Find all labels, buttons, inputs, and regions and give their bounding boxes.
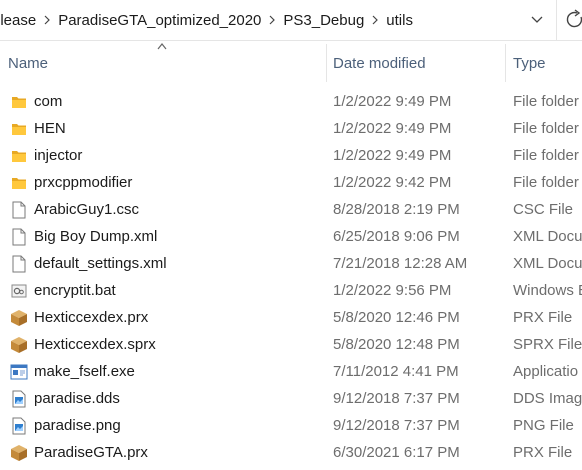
file-name: paradise.png: [34, 417, 121, 434]
chevron-down-icon: [531, 11, 543, 29]
refresh-button[interactable]: [563, 8, 582, 32]
list-item[interactable]: make_fself.exe 7/11/2012 4:41 PM Applica…: [0, 358, 582, 385]
file-name: HEN: [34, 120, 66, 137]
file-name: make_fself.exe: [34, 363, 135, 380]
chevron-right-icon[interactable]: [38, 15, 56, 25]
list-item[interactable]: Hexticcexdex.prx 5/8/2020 12:46 PM PRX F…: [0, 304, 582, 331]
list-item[interactable]: ParadiseGTA.prx 6/30/2021 6:17 PM PRX Fi…: [0, 439, 582, 466]
file-type: XML Docu: [513, 255, 582, 272]
file-date-modified: 1/2/2022 9:42 PM: [333, 174, 452, 191]
address-bar[interactable]: elease ParadiseGTA_optimized_2020 PS3_De…: [0, 0, 582, 41]
file-date-modified: 1/2/2022 9:49 PM: [333, 93, 452, 110]
file-date-modified: 7/11/2012 4:41 PM: [333, 363, 459, 380]
file-type: CSC File: [513, 201, 574, 218]
file-date-modified: 1/2/2022 9:56 PM: [333, 282, 452, 299]
file-date-modified: 9/12/2018 7:37 PM: [333, 390, 460, 407]
list-item[interactable]: encryptit.bat 1/2/2022 9:56 PM Windows B: [0, 277, 582, 304]
batch-file-icon: [10, 277, 28, 304]
file-name: Hexticcexdex.sprx: [34, 336, 156, 353]
list-item[interactable]: paradise.dds 9/12/2018 7:37 PM DDS Imag: [0, 385, 582, 412]
file-date-modified: 6/30/2021 6:17 PM: [333, 444, 460, 461]
address-divider: [556, 0, 557, 40]
file-name: injector: [34, 147, 83, 164]
file-name: ParadiseGTA.prx: [34, 444, 148, 461]
list-item[interactable]: injector 1/2/2022 9:49 PM File folder: [0, 142, 582, 169]
image-file-icon: [10, 412, 28, 439]
file-type: File folder: [513, 93, 579, 110]
folder-icon: [10, 169, 28, 196]
file-date-modified: 9/12/2018 7:37 PM: [333, 417, 460, 434]
application-icon: [10, 358, 28, 385]
file-type: File folder: [513, 120, 579, 137]
document-icon: [10, 250, 28, 277]
file-type: PRX File: [513, 309, 573, 326]
file-name: ArabicGuy1.csc: [34, 201, 140, 218]
image-file-icon: [10, 385, 28, 412]
list-item[interactable]: ArabicGuy1.csc 8/28/2018 2:19 PM CSC Fil…: [0, 196, 582, 223]
file-type: Windows B: [513, 282, 582, 299]
list-item[interactable]: default_settings.xml 7/21/2018 12:28 AM …: [0, 250, 582, 277]
file-date-modified: 7/21/2018 12:28 AM: [333, 255, 468, 272]
breadcrumb: elease ParadiseGTA_optimized_2020 PS3_De…: [0, 0, 415, 40]
file-type: File folder: [513, 174, 579, 191]
breadcrumb-item-release[interactable]: elease: [0, 12, 38, 29]
file-list: com 1/2/2022 9:49 PM File folder HEN 1/2…: [0, 88, 582, 466]
package-icon: [10, 331, 28, 358]
file-date-modified: 1/2/2022 9:49 PM: [333, 147, 452, 164]
file-name: paradise.dds: [34, 390, 120, 407]
list-item[interactable]: paradise.png 9/12/2018 7:37 PM PNG File: [0, 412, 582, 439]
document-icon: [10, 196, 28, 223]
file-name: com: [34, 93, 63, 110]
refresh-icon: [563, 9, 582, 36]
file-name: prxcppmodifier: [34, 174, 133, 191]
chevron-right-icon[interactable]: [263, 15, 281, 25]
breadcrumb-item-ps3-debug[interactable]: PS3_Debug: [281, 12, 366, 29]
file-name: Hexticcexdex.prx: [34, 309, 149, 326]
column-header-type[interactable]: Type: [513, 44, 546, 82]
column-resize-handle[interactable]: [505, 44, 506, 82]
file-date-modified: 5/8/2020 12:46 PM: [333, 309, 460, 326]
file-name: encryptit.bat: [34, 282, 116, 299]
column-resize-handle[interactable]: [326, 44, 327, 82]
address-history-dropdown[interactable]: [522, 6, 552, 34]
document-icon: [10, 223, 28, 250]
file-type: DDS Imag: [513, 390, 582, 407]
list-item[interactable]: Hexticcexdex.sprx 5/8/2020 12:48 PM SPRX…: [0, 331, 582, 358]
file-name: default_settings.xml: [34, 255, 167, 272]
breadcrumb-item-paradisegta[interactable]: ParadiseGTA_optimized_2020: [56, 12, 263, 29]
file-date-modified: 1/2/2022 9:49 PM: [333, 120, 452, 137]
package-icon: [10, 304, 28, 331]
file-type: PNG File: [513, 417, 574, 434]
file-type: File folder: [513, 147, 579, 164]
column-header-row: Name Date modified Type: [0, 43, 582, 82]
list-item[interactable]: Big Boy Dump.xml 6/25/2018 9:06 PM XML D…: [0, 223, 582, 250]
file-date-modified: 5/8/2020 12:48 PM: [333, 336, 460, 353]
file-name: Big Boy Dump.xml: [34, 228, 158, 245]
file-type: XML Docu: [513, 228, 582, 245]
sort-ascending-icon: [157, 43, 167, 50]
list-item[interactable]: prxcppmodifier 1/2/2022 9:42 PM File fol…: [0, 169, 582, 196]
chevron-right-icon[interactable]: [366, 15, 384, 25]
folder-icon: [10, 142, 28, 169]
folder-icon: [10, 115, 28, 142]
list-item[interactable]: HEN 1/2/2022 9:49 PM File folder: [0, 115, 582, 142]
file-type: SPRX File: [513, 336, 582, 353]
folder-icon: [10, 88, 28, 115]
package-icon: [10, 439, 28, 466]
file-date-modified: 6/25/2018 9:06 PM: [333, 228, 460, 245]
list-item[interactable]: com 1/2/2022 9:49 PM File folder: [0, 88, 582, 115]
column-header-date-modified[interactable]: Date modified: [333, 44, 426, 82]
file-type: Applicatio: [513, 363, 579, 380]
file-type: PRX File: [513, 444, 573, 461]
column-header-name[interactable]: Name: [8, 44, 48, 82]
breadcrumb-item-utils[interactable]: utils: [384, 12, 415, 29]
file-date-modified: 8/28/2018 2:19 PM: [333, 201, 460, 218]
